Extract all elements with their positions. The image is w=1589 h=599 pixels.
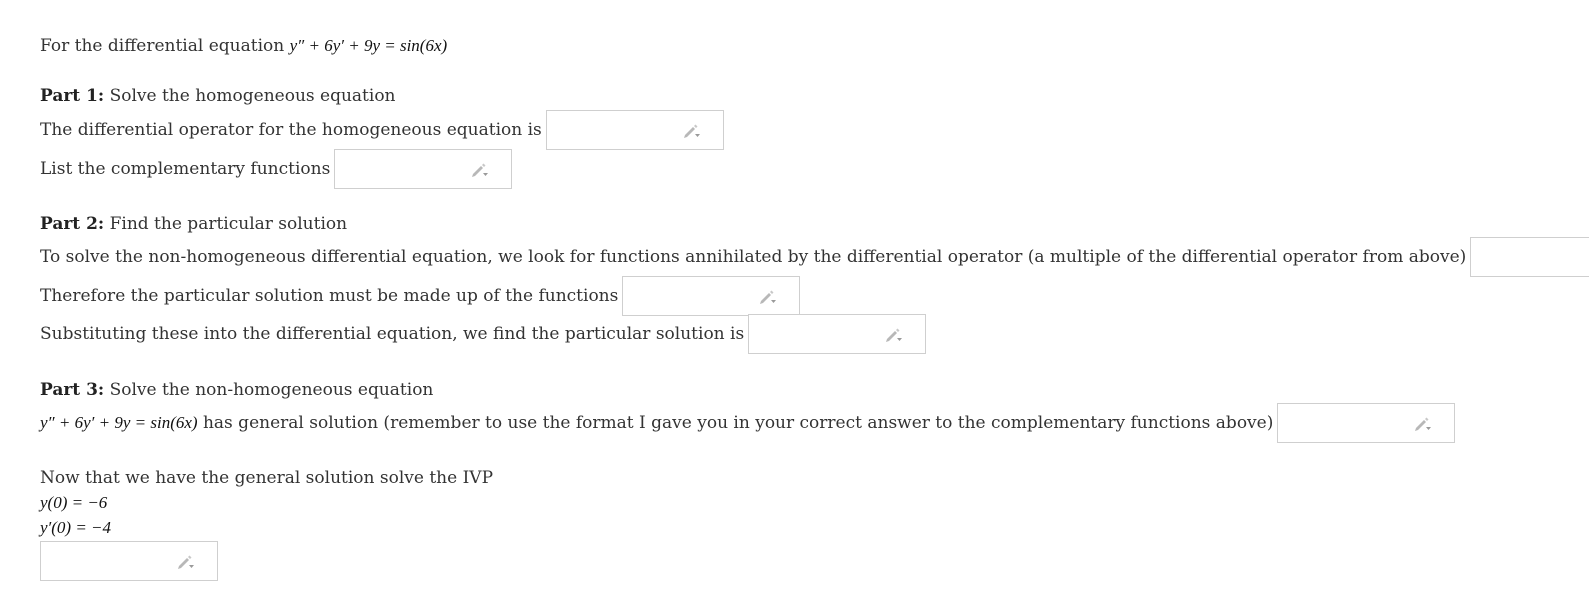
operator-prompt: The differential operator for the homoge… — [40, 120, 542, 140]
intro-equation: y″ + 6y′ + 9y = sin(6x) — [289, 36, 448, 55]
ivp-prompt-line: Now that we have the general solution so… — [40, 468, 493, 488]
particular-answer-field[interactable] — [748, 314, 927, 354]
ivp-prompt: Now that we have the general solution so… — [40, 468, 494, 488]
part1-heading: Part 1: Solve the homogeneous equation — [40, 86, 396, 106]
part2-particular-row: Substituting these into the differential… — [40, 314, 927, 354]
intro-line: For the differential equation y″ + 6y′ +… — [40, 36, 447, 56]
part2-functions-row: Therefore the particular solution must b… — [40, 276, 801, 316]
general-prompt: has general solution (remember to use th… — [202, 413, 1274, 433]
complementary-prompt: List the complementary functions — [40, 159, 331, 179]
operator-answer-field[interactable] — [545, 110, 724, 150]
complementary-answer-field[interactable] — [334, 149, 513, 189]
part2-heading-label: Part 2: — [40, 214, 105, 234]
pencil-dropdown-icon[interactable] — [1414, 416, 1432, 432]
part3-general-row: y″ + 6y′ + 9y = sin(6x) has general solu… — [40, 403, 1456, 443]
pencil-dropdown-icon[interactable] — [885, 327, 903, 343]
annihilator-prompt: To solve the non-homogeneous differentia… — [40, 247, 1467, 267]
part2-heading: Part 2: Find the particular solution — [40, 214, 347, 234]
annihilator-answer-field[interactable] — [1470, 237, 1589, 277]
pencil-dropdown-icon[interactable] — [683, 123, 701, 139]
part3-heading: Part 3: Solve the non-homogeneous equati… — [40, 380, 433, 400]
ivp-answer-row — [36, 541, 218, 581]
ivp-condition1: y(0) = −6 — [40, 493, 108, 512]
functions-prompt: Therefore the particular solution must b… — [40, 286, 619, 306]
part3-heading-label: Part 3: — [40, 380, 105, 400]
pencil-dropdown-icon[interactable] — [177, 554, 195, 570]
intro-text: For the differential equation — [40, 36, 285, 56]
general-answer-field[interactable] — [1277, 403, 1456, 443]
pencil-dropdown-icon[interactable] — [759, 289, 777, 305]
part1-heading-label: Part 1: — [40, 86, 105, 106]
part1-complementary-row: List the complementary functions — [40, 149, 513, 189]
part1-heading-text: Solve the homogeneous equation — [109, 86, 396, 106]
pencil-dropdown-icon[interactable] — [471, 162, 489, 178]
functions-answer-field[interactable] — [622, 276, 801, 316]
part3-heading-text: Solve the non-homogeneous equation — [109, 380, 434, 400]
part3-equation: y″ + 6y′ + 9y = sin(6x) — [40, 413, 198, 432]
ivp-condition2-line: y′(0) = −4 — [40, 518, 111, 538]
part1-operator-row: The differential operator for the homoge… — [40, 110, 724, 150]
ivp-condition2: y′(0) = −4 — [40, 518, 112, 537]
ivp-condition1-line: y(0) = −6 — [40, 493, 107, 513]
part2-heading-text: Find the particular solution — [109, 214, 348, 234]
part2-annihilator-row: To solve the non-homogeneous differentia… — [40, 237, 1589, 277]
particular-prompt: Substituting these into the differential… — [40, 324, 745, 344]
ivp-answer-field[interactable] — [40, 541, 218, 581]
